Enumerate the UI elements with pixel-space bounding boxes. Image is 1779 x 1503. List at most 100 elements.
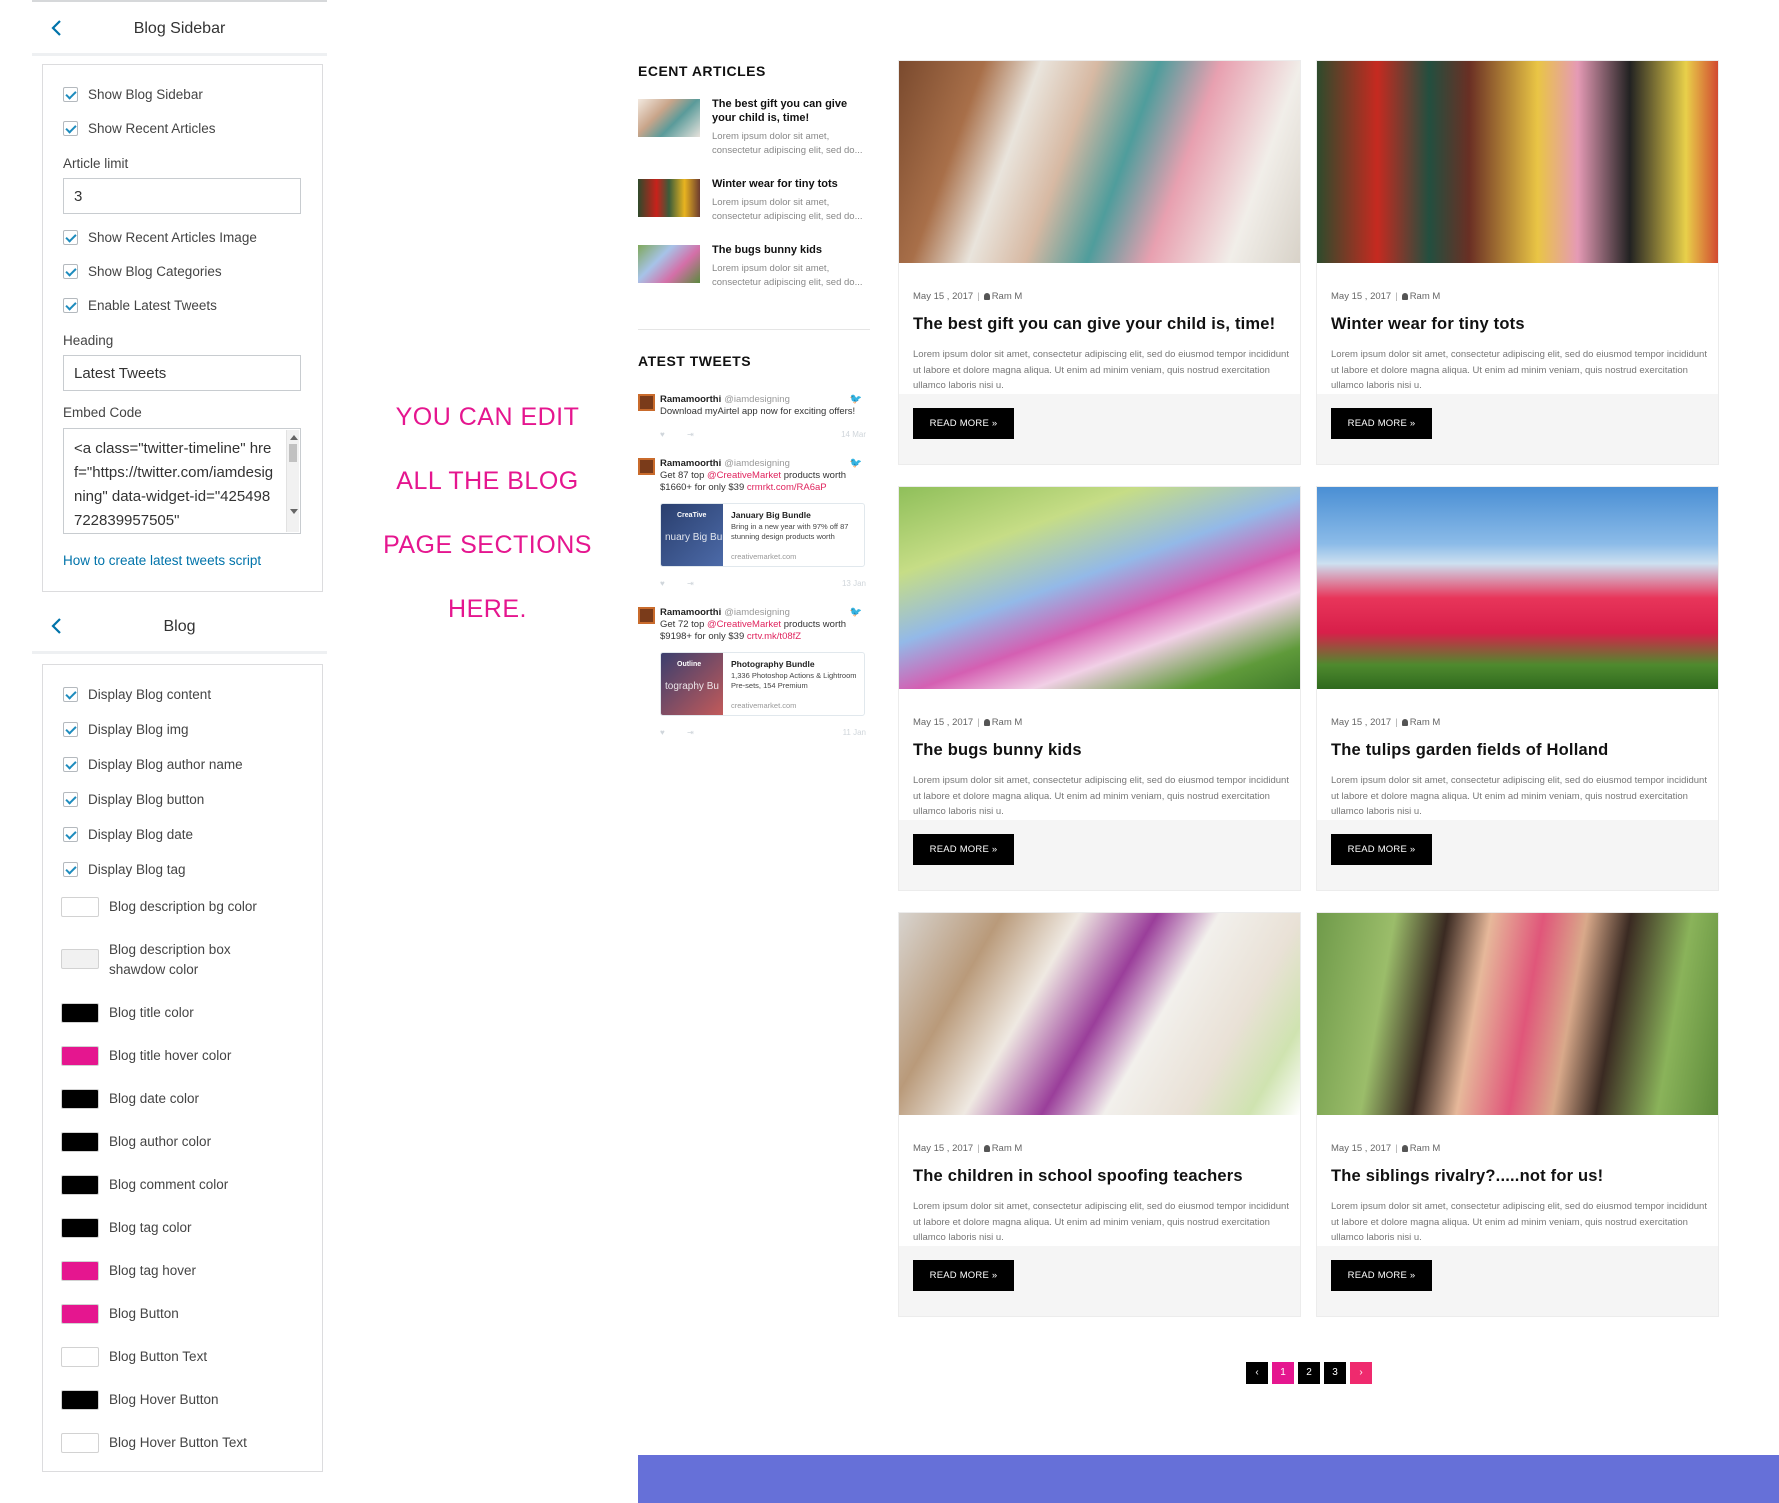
checkbox-box[interactable] [63,687,78,702]
checkbox-box[interactable] [63,298,78,313]
post-author[interactable]: Ram M [1410,1143,1441,1154]
checkbox-display-blog-tag[interactable]: Display Blog tag [63,862,186,877]
checkbox-box[interactable] [63,722,78,737]
tweet-avatar[interactable] [638,394,655,411]
post-author[interactable]: Ram M [1410,717,1441,728]
heart-icon[interactable]: ♥ [660,579,665,588]
read-more-button[interactable]: READ MORE » [913,408,1014,439]
embed-code-textarea[interactable]: <a class="twitter-timeline" href="https:… [63,428,301,534]
post-author[interactable]: Ram M [992,717,1023,728]
post-title[interactable]: The siblings rivalry?.....not for us! [1331,1167,1711,1186]
checkbox-display-blog-img[interactable]: Display Blog img [63,722,189,737]
post-image[interactable] [899,487,1300,689]
color-swatch[interactable] [61,1132,99,1152]
help-link-tweets-script[interactable]: How to create latest tweets script [63,553,261,568]
color-swatch[interactable] [61,1390,99,1410]
color-swatch[interactable] [61,1347,99,1367]
checkbox-display-blog-author-name[interactable]: Display Blog author name [63,757,243,772]
recent-article-thumbnail[interactable] [638,245,700,283]
checkbox-show-recent-articles[interactable]: Show Recent Articles [63,121,216,136]
heading-input[interactable] [63,355,301,391]
post-image[interactable] [899,61,1300,263]
checkbox-box[interactable] [63,862,78,877]
color-blog-date[interactable]: Blog date color [61,1089,199,1109]
tweet-avatar[interactable] [638,607,655,624]
post-title[interactable]: The bugs bunny kids [913,741,1293,760]
tweet-item[interactable]: Ramamoorthi @iamdesigning 🐦 Download myAi… [638,394,866,440]
tweet-author-name[interactable]: Ramamoorthi [660,607,721,618]
tweet-author-name[interactable]: Ramamoorthi [660,394,721,405]
recent-article-item[interactable]: Winter wear for tiny tots Lorem ipsum do… [638,177,868,227]
pagination-next-button[interactable]: › [1350,1362,1372,1384]
color-swatch[interactable] [61,1304,99,1324]
tweet-handle[interactable]: @iamdesigning [724,458,790,469]
tweet-card[interactable]: Outline tography Bu Photography Bundle 1,… [660,652,865,716]
tweet-avatar[interactable] [638,458,655,475]
color-blog-hover-button[interactable]: Blog Hover Button [61,1390,219,1410]
scroll-thumb[interactable] [289,444,297,462]
scroll-down-arrow-icon[interactable] [290,509,298,514]
post-author[interactable]: Ram M [992,291,1023,302]
checkbox-box[interactable] [63,757,78,772]
post-title[interactable]: Winter wear for tiny tots [1331,315,1711,334]
recent-article-thumbnail[interactable] [638,99,700,137]
color-swatch[interactable] [61,1218,99,1238]
recent-article-item[interactable]: The bugs bunny kids Lorem ipsum dolor si… [638,243,868,293]
color-blog-hover-button-text[interactable]: Blog Hover Button Text [61,1433,247,1453]
read-more-button[interactable]: READ MORE » [1331,1260,1432,1291]
post-title[interactable]: The children in school spoofing teachers [913,1167,1293,1186]
tweet-handle[interactable]: @iamdesigning [724,394,790,405]
post-author[interactable]: Ram M [992,1143,1023,1154]
color-swatch[interactable] [61,1175,99,1195]
color-swatch[interactable] [61,1003,99,1023]
color-swatch[interactable] [61,1089,99,1109]
checkbox-show-recent-articles-image[interactable]: Show Recent Articles Image [63,230,257,245]
recent-article-title[interactable]: The bugs bunny kids [712,243,864,257]
color-swatch[interactable] [61,1046,99,1066]
tweet-card[interactable]: CreaTive nuary Big Bun January Big Bundle… [660,503,865,567]
tweet-link[interactable]: crmrkt.com/RA6aP [747,482,827,493]
post-author[interactable]: Ram M [1410,291,1441,302]
color-blog-tag[interactable]: Blog tag color [61,1218,192,1238]
color-blog-title[interactable]: Blog title color [61,1003,194,1023]
post-title[interactable]: The best gift you can give your child is… [913,315,1293,334]
color-swatch[interactable] [61,1433,99,1453]
post-image[interactable] [1317,61,1718,263]
scroll-up-arrow-icon[interactable] [290,435,298,440]
read-more-button[interactable]: READ MORE » [913,1260,1014,1291]
tweet-author[interactable]: Ramamoorthi @iamdesigning [660,607,790,618]
embed-code-text[interactable]: <a class="twitter-timeline" href="https:… [74,437,274,533]
checkbox-box[interactable] [63,792,78,807]
post-image[interactable] [1317,487,1718,689]
color-swatch[interactable] [61,897,99,917]
article-limit-input[interactable] [63,178,301,214]
checkbox-box[interactable] [63,121,78,136]
tweet-handle[interactable]: @iamdesigning [724,607,790,618]
tweet-item[interactable]: Ramamoorthi @iamdesigning 🐦 Get 87 top @C… [638,458,866,590]
checkbox-box[interactable] [63,230,78,245]
heart-icon[interactable]: ♥ [660,430,665,439]
tweet-mention[interactable]: @CreativeMarket [707,619,781,630]
color-blog-description-bg[interactable]: Blog description bg color [61,897,257,917]
post-image[interactable] [899,913,1300,1115]
checkbox-display-blog-content[interactable]: Display Blog content [63,687,211,702]
recent-article-item[interactable]: The best gift you can give your child is… [638,97,868,156]
color-blog-comment[interactable]: Blog comment color [61,1175,228,1195]
checkbox-enable-latest-tweets[interactable]: Enable Latest Tweets [63,298,217,313]
tweet-item[interactable]: Ramamoorthi @iamdesigning 🐦 Get 72 top @C… [638,607,866,739]
checkbox-display-blog-date[interactable]: Display Blog date [63,827,193,842]
share-icon[interactable]: ⇥ [687,579,694,588]
share-icon[interactable]: ⇥ [687,430,694,439]
post-title[interactable]: The tulips garden fields of Holland [1331,741,1711,760]
read-more-button[interactable]: READ MORE » [1331,408,1432,439]
pagination-prev-button[interactable]: ‹ [1246,1362,1268,1384]
tweet-link[interactable]: crtv.mk/t08fZ [747,631,801,642]
color-blog-tag-hover[interactable]: Blog tag hover [61,1261,196,1281]
pagination-page-2[interactable]: 2 [1298,1362,1320,1384]
color-blog-title-hover[interactable]: Blog title hover color [61,1046,231,1066]
pagination-page-3[interactable]: 3 [1324,1362,1346,1384]
textarea-scrollbar[interactable] [286,430,299,532]
tweet-author[interactable]: Ramamoorthi @iamdesigning [660,394,790,405]
color-blog-button-text[interactable]: Blog Button Text [61,1347,207,1367]
recent-article-title[interactable]: Winter wear for tiny tots [712,177,864,191]
